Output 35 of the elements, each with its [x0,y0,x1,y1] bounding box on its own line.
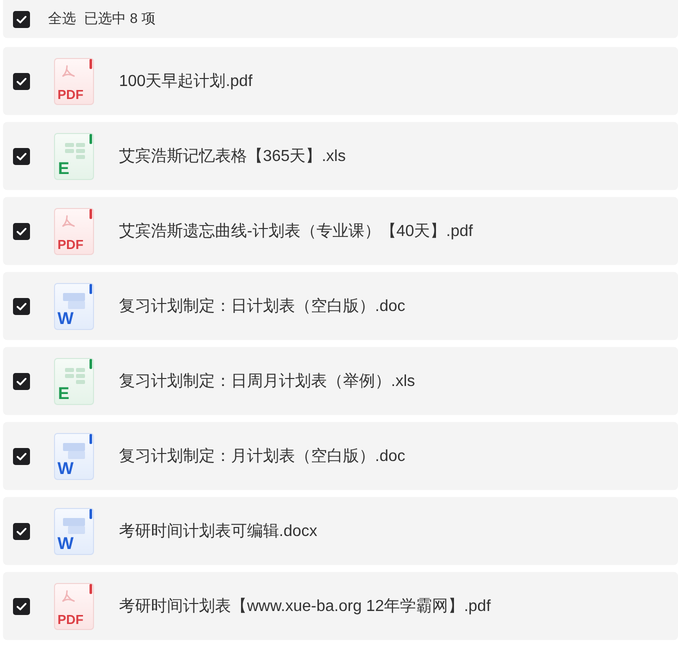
file-card[interactable]: W 复习计划制定：月计划表（空白版）.doc [3,422,678,490]
file-checkbox[interactable] [13,522,30,540]
file-name: 艾宾浩斯记忆表格【365天】.xls [119,146,346,166]
file-card[interactable]: PDF 100天早起计划.pdf [3,47,678,115]
select-all-checkbox[interactable] [13,10,30,28]
file-card[interactable]: PDF 考研时间计划表【www.xue-ba.org 12年学霸网】.pdf [3,572,678,640]
file-name: 艾宾浩斯遗忘曲线-计划表（专业课）【40天】.pdf [119,221,473,242]
pdf-file-icon: PDF [54,208,94,254]
file-checkbox[interactable] [13,598,30,614]
file-card[interactable]: W 考研时间计划表可编辑.docx [3,497,678,565]
file-checkbox[interactable] [13,72,30,90]
pdf-file-icon: PDF [54,582,94,630]
spreadsheet-file-icon: E [54,132,94,180]
file-name: 100天早起计划.pdf [119,72,252,92]
document-file-icon: W [54,282,94,330]
file-checkbox[interactable] [13,148,30,164]
file-card[interactable]: PDF 艾宾浩斯遗忘曲线-计划表（专业课）【40天】.pdf [3,197,678,265]
file-name: 考研时间计划表【www.xue-ba.org 12年学霸网】.pdf [119,596,491,616]
file-card[interactable]: E 艾宾浩斯记忆表格【365天】.xls [3,122,678,190]
file-checkbox[interactable] [13,222,30,240]
spreadsheet-file-icon: E [54,358,94,404]
file-checkbox[interactable] [13,298,30,314]
file-name: 复习计划制定：日计划表（空白版）.doc [119,296,406,316]
document-file-icon: W [54,432,94,480]
file-checkbox[interactable] [13,372,30,390]
file-checkbox[interactable] [13,448,30,464]
pdf-file-icon: PDF [54,58,94,104]
file-card[interactable]: E 复习计划制定：日周月计划表（举例）.xls [3,347,678,415]
file-name: 复习计划制定：日周月计划表（举例）.xls [119,372,415,392]
file-name: 考研时间计划表可编辑.docx [119,522,318,542]
file-card[interactable]: W 复习计划制定：日计划表（空白版）.doc [3,272,678,340]
file-name: 复习计划制定：月计划表（空白版）.doc [119,446,406,466]
select-all-label[interactable]: 全选 [48,10,76,28]
selection-summary: 已选中 8 项 [84,10,156,28]
document-file-icon: W [54,508,94,554]
